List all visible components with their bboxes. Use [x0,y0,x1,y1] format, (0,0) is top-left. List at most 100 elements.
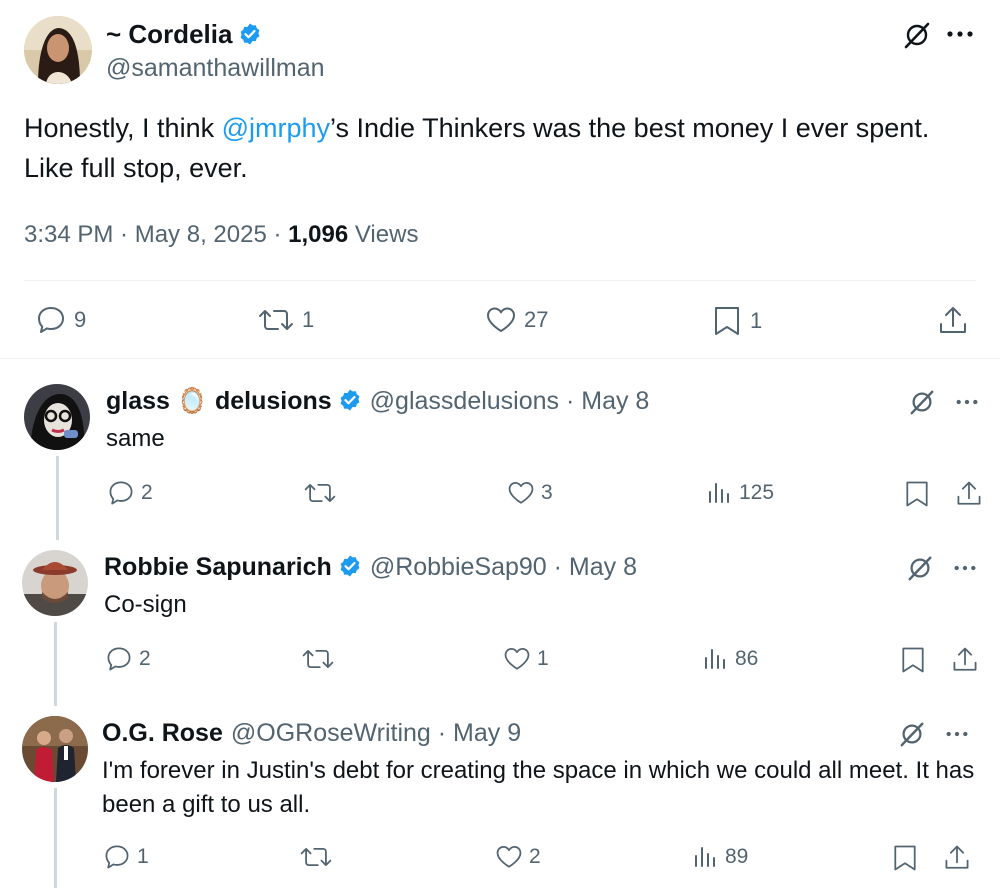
reply-2-views-button[interactable]: 86 [702,644,758,674]
verified-badge-icon [338,554,362,578]
reply-1-repost-button[interactable] [302,478,343,508]
main-text-before: Honestly, I think [24,113,222,143]
main-like-button[interactable]: 27 [484,304,548,336]
more-icon[interactable] [954,392,980,412]
reply-2-name[interactable]: Robbie Sapunarich [104,553,332,581]
reply-3-reply-count: 1 [137,845,149,868]
divider [0,358,1000,359]
main-tweet-meta: 3:34 PM · May 8, 2025 · 1,096 Views [24,218,418,252]
reply-1-like-button[interactable]: 3 [506,478,553,508]
reply-2-views-count: 86 [735,647,759,670]
main-timestamp[interactable]: 3:34 PM · May 8, 2025 · [24,221,288,248]
reply-2-share-button[interactable] [950,644,980,676]
share-icon [936,304,970,338]
grok-icon[interactable] [908,388,936,416]
main-handle[interactable]: @samanthawillman [106,52,325,84]
views-icon [692,842,720,872]
reply-1-name-part2: delusions [214,387,332,415]
reply-icon [104,644,134,674]
reply-1-reply-count: 2 [141,481,153,504]
main-repost-count: 1 [302,307,315,332]
like-icon [484,304,518,336]
main-like-count: 27 [524,307,549,332]
main-display-name-text: ~ Cordelia [106,19,233,49]
main-bookmark-count: 1 [750,308,763,333]
repost-icon [302,478,338,508]
reply-3-text: I'm forever in Justin's debt for creatin… [102,757,975,818]
reply-3-handle-date[interactable]: @OGRoseWriting · May 9 [231,719,521,747]
reply-2-avatar[interactable] [22,550,88,616]
like-icon [502,644,532,674]
main-reply-count: 9 [74,307,87,332]
reply-3-avatar[interactable] [22,716,88,782]
repost-icon [300,644,336,674]
reply-icon [102,842,132,872]
reply-3-like-count: 2 [529,845,541,868]
views-icon [702,644,730,674]
grok-icon[interactable] [902,20,932,50]
main-views-count: 1,096 [288,221,349,248]
main-bookmark-button[interactable]: 1 [710,304,762,338]
main-repost-button[interactable]: 1 [256,304,314,336]
reply-3-views-button[interactable]: 89 [692,842,748,872]
reply-1-views-count: 125 [739,481,775,504]
reply-2-repost-button[interactable] [300,644,341,674]
main-share-button[interactable] [936,304,970,338]
reply-2-like-count: 1 [537,647,549,670]
thread-line [54,788,57,888]
reply-3-like-button[interactable]: 2 [494,842,541,872]
share-icon [942,842,972,874]
grok-icon[interactable] [898,720,926,748]
bookmark-icon [890,842,920,874]
reply-2-handle-date[interactable]: @RobbieSap90 · May 8 [370,553,637,581]
views-icon [706,478,734,508]
reply-2-reply-button[interactable]: 2 [104,644,151,674]
reply-1-handle-date[interactable]: @glassdelusions · May 8 [370,387,650,415]
reply-2-bookmark-button[interactable] [898,644,928,676]
reply-1-name[interactable]: glass 🪞 delusions [106,387,332,415]
reply-2-header: Robbie Sapunarich @RobbieSap90 · May 8 [104,552,637,582]
main-tweet-text: Honestly, I think @jmrphy’s Indie Thinke… [24,108,974,188]
reply-1-avatar[interactable] [24,384,90,450]
thread-line [56,456,59,540]
bookmark-icon [710,304,744,338]
reply-1-header: glass 🪞 delusions @glassdelusions · May 8 [106,386,649,416]
reply-3-share-button[interactable] [942,842,972,874]
thread-line [54,622,57,706]
reply-2-reply-count: 2 [139,647,151,670]
main-views-label: Views [348,221,419,248]
reply-1-text: same [106,425,165,452]
reply-1-share-button[interactable] [954,478,984,510]
reply-1-name-part1: glass [106,387,170,415]
reply-1-views-button[interactable]: 125 [706,478,774,508]
reply-3-reply-button[interactable]: 1 [102,842,149,872]
like-icon [494,842,524,872]
more-icon[interactable] [944,724,970,744]
verified-badge-icon [238,22,262,46]
reply-3-repost-button[interactable] [298,842,339,872]
reply-1-bookmark-button[interactable] [902,478,932,510]
reply-icon [106,478,136,508]
main-display-name[interactable]: ~ Cordelia [106,18,262,50]
reply-1-reply-button[interactable]: 2 [106,478,153,508]
share-icon [954,478,984,510]
mention-link[interactable]: @jmrphy [222,113,330,143]
repost-icon [256,304,296,336]
reply-3-header: O.G. Rose @OGRoseWriting · May 9 [102,718,521,748]
more-icon[interactable] [946,22,974,46]
repost-icon [298,842,334,872]
bookmark-icon [898,644,928,676]
reply-3-bookmark-button[interactable] [890,842,920,874]
main-reply-button[interactable]: 9 [34,304,86,336]
reply-2-like-button[interactable]: 1 [502,644,549,674]
reply-2-text: Co-sign [104,591,187,618]
reply-3-name[interactable]: O.G. Rose [102,719,223,747]
like-icon [506,478,536,508]
reply-3-views-count: 89 [725,845,749,868]
more-icon[interactable] [952,558,978,578]
grok-icon[interactable] [906,554,934,582]
main-avatar[interactable] [24,16,92,84]
reply-icon [34,304,68,336]
mirror-emoji: 🪞 [176,387,209,415]
divider [24,280,976,281]
